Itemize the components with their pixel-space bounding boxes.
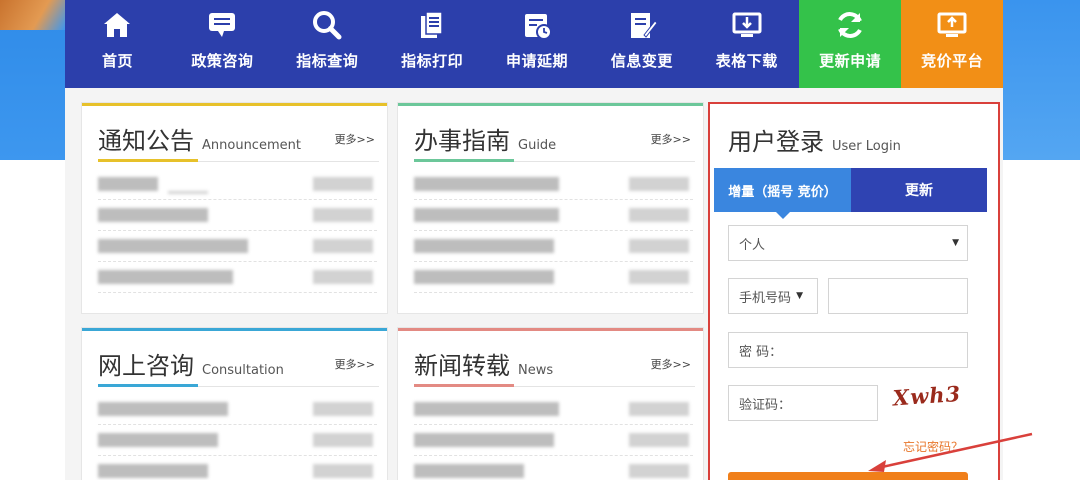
list-item[interactable] xyxy=(98,200,377,231)
forgot-password-link[interactable]: 忘记密码？ xyxy=(903,438,963,455)
list-item[interactable] xyxy=(414,394,693,425)
nav-label: 申请延期 xyxy=(506,52,569,70)
card-top-accent xyxy=(398,328,703,331)
card-title: 通知公告 Announcement xyxy=(98,121,301,156)
nav-label: 指标打印 xyxy=(401,52,464,70)
guide-card: 办事指南 Guide 更多>> xyxy=(397,102,704,314)
card-title: 网上咨询 Consultation xyxy=(98,346,284,381)
card-title-en: Announcement xyxy=(202,138,301,153)
card-title-underline xyxy=(98,159,198,162)
nav-item-bidding-platform[interactable]: 竞价平台 xyxy=(901,0,1004,88)
user-login-panel: 用户登录 User Login 增量（摇号 竞价） 更新 个人 ▼ 手机号码 ▼… xyxy=(708,102,1000,480)
card-title-en: News xyxy=(518,363,554,378)
card-title: 办事指南 Guide xyxy=(414,121,556,156)
nav-item-update-apply[interactable]: 更新申请 xyxy=(799,0,902,88)
list-item[interactable] xyxy=(98,231,377,262)
announcement-card: 通知公告 Announcement 更多>> xyxy=(81,102,388,314)
password-field[interactable]: 密 码： xyxy=(728,332,968,368)
more-link[interactable]: 更多>> xyxy=(651,356,691,372)
card-title-cn: 新闻转载 xyxy=(414,352,510,380)
nav-label: 政策咨询 xyxy=(191,52,254,70)
list-item[interactable] xyxy=(414,425,693,456)
card-title-cn: 通知公告 xyxy=(98,127,194,155)
card-top-accent xyxy=(398,103,703,106)
page-background-right xyxy=(1003,0,1080,160)
tab-increment[interactable]: 增量（摇号 竞价） xyxy=(714,168,851,219)
background-decoration xyxy=(0,0,65,30)
monitor-download-icon xyxy=(730,8,764,42)
list-item[interactable] xyxy=(98,169,377,200)
card-top-accent xyxy=(82,328,387,331)
guide-list xyxy=(414,169,693,293)
search-icon xyxy=(310,8,344,42)
list-item[interactable] xyxy=(98,425,377,456)
nav-item-form-download[interactable]: 表格下载 xyxy=(694,0,799,88)
phone-input[interactable] xyxy=(828,278,968,314)
news-card: 新闻转载 News 更多>> xyxy=(397,327,704,480)
captcha-input[interactable]: 验证码： xyxy=(728,385,878,421)
nav-item-home[interactable]: 首页 xyxy=(65,0,170,88)
list-item[interactable] xyxy=(414,169,693,200)
consultation-list xyxy=(98,394,377,480)
id-type-value: 手机号码 xyxy=(739,290,792,306)
home-icon xyxy=(100,8,134,42)
monitor-upload-icon xyxy=(935,8,969,42)
captcha-label: 验证码： xyxy=(739,397,792,413)
page-background-left xyxy=(0,0,65,160)
nav-label: 竞价平台 xyxy=(921,52,984,70)
chevron-down-icon: ▼ xyxy=(952,238,959,248)
nav-item-extension[interactable]: 申请延期 xyxy=(485,0,590,88)
card-title-cn: 网上咨询 xyxy=(98,352,194,380)
nav-label: 首页 xyxy=(101,52,133,70)
document-icon xyxy=(415,8,449,42)
login-title-en: User Login xyxy=(832,139,901,154)
card-title-cn: 办事指南 xyxy=(414,127,510,155)
chat-bubble-icon xyxy=(205,8,239,42)
nav-label: 信息变更 xyxy=(610,52,673,70)
card-title: 新闻转载 News xyxy=(414,346,553,381)
card-title-en: Guide xyxy=(518,138,557,153)
card-title-underline xyxy=(414,159,514,162)
nav-item-info-change[interactable]: 信息变更 xyxy=(589,0,694,88)
tab-update[interactable]: 更新 xyxy=(851,168,987,212)
nav-item-quota-query[interactable]: 指标查询 xyxy=(275,0,380,88)
news-list xyxy=(414,394,693,480)
nav-label: 更新申请 xyxy=(819,52,882,70)
consultation-card: 网上咨询 Consultation 更多>> xyxy=(81,327,388,480)
login-title: 用户登录 User Login xyxy=(728,122,901,157)
list-item[interactable] xyxy=(414,262,693,293)
list-item[interactable] xyxy=(98,262,377,293)
card-title-underline xyxy=(414,384,514,387)
captcha-image[interactable]: Xwh3 xyxy=(892,381,966,416)
list-item[interactable] xyxy=(414,200,693,231)
list-item[interactable] xyxy=(98,456,377,480)
list-item[interactable] xyxy=(414,231,693,262)
id-type-select[interactable]: 手机号码 ▼ xyxy=(728,278,818,314)
card-title-underline xyxy=(98,384,198,387)
main-container: 首页 政策咨询 指标查询 指标打印 申请延期 信息变更 表格下载 更新申请 竞价… xyxy=(65,0,1004,480)
list-item[interactable] xyxy=(414,456,693,480)
user-type-select[interactable]: 个人 ▼ xyxy=(728,225,968,261)
refresh-icon xyxy=(833,8,867,42)
login-title-cn: 用户登录 xyxy=(728,128,824,156)
card-top-accent xyxy=(82,103,387,106)
top-navigation: 首页 政策咨询 指标查询 指标打印 申请延期 信息变更 表格下载 更新申请 竞价… xyxy=(65,0,1004,88)
nav-label: 表格下载 xyxy=(715,52,778,70)
more-link[interactable]: 更多>> xyxy=(335,356,375,372)
nav-item-policy[interactable]: 政策咨询 xyxy=(170,0,275,88)
calendar-clock-icon xyxy=(520,8,554,42)
chevron-down-icon: ▼ xyxy=(796,291,803,301)
user-type-value: 个人 xyxy=(739,237,766,253)
password-label: 密 码： xyxy=(739,344,783,360)
nav-item-quota-print[interactable]: 指标打印 xyxy=(380,0,485,88)
login-button[interactable] xyxy=(728,472,968,480)
more-link[interactable]: 更多>> xyxy=(335,131,375,147)
card-title-en: Consultation xyxy=(202,363,284,378)
announcement-list xyxy=(98,169,377,293)
edit-document-icon xyxy=(625,8,659,42)
login-tabs: 增量（摇号 竞价） 更新 xyxy=(714,168,987,219)
nav-label: 指标查询 xyxy=(296,52,359,70)
list-item[interactable] xyxy=(98,394,377,425)
more-link[interactable]: 更多>> xyxy=(651,131,691,147)
